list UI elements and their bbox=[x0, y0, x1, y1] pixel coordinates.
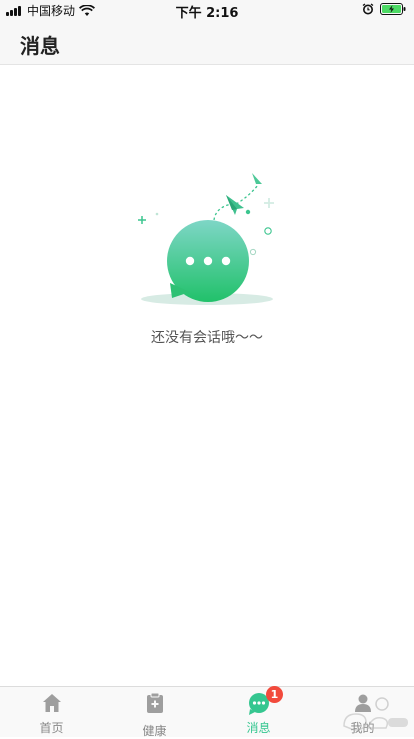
empty-state-message: 还没有会话哦～～ bbox=[151, 330, 263, 346]
tab-messages[interactable]: 消息 bbox=[207, 687, 310, 737]
tab-home-label: 首页 bbox=[39, 721, 64, 735]
battery-icon bbox=[380, 3, 406, 15]
page-title: 消息 bbox=[20, 34, 60, 58]
empty-chat-illustration bbox=[138, 173, 274, 305]
status-bar: 中国移动 下午 2:16 bbox=[0, 0, 414, 21]
unread-badge: 1 bbox=[266, 686, 283, 703]
tab-health[interactable]: 健康 bbox=[103, 687, 206, 738]
status-right bbox=[362, 3, 406, 15]
tab-health-label: 健康 bbox=[142, 724, 167, 738]
alarm-icon bbox=[362, 3, 374, 15]
home-icon bbox=[42, 694, 61, 712]
navigation-header: 消息 bbox=[0, 20, 414, 65]
tab-messages-label: 消息 bbox=[246, 721, 271, 735]
status-time: 下午 2:16 bbox=[175, 6, 239, 21]
health-icon bbox=[146, 692, 163, 713]
watermark-logo bbox=[343, 697, 408, 731]
tab-home[interactable]: 首页 bbox=[0, 687, 103, 737]
